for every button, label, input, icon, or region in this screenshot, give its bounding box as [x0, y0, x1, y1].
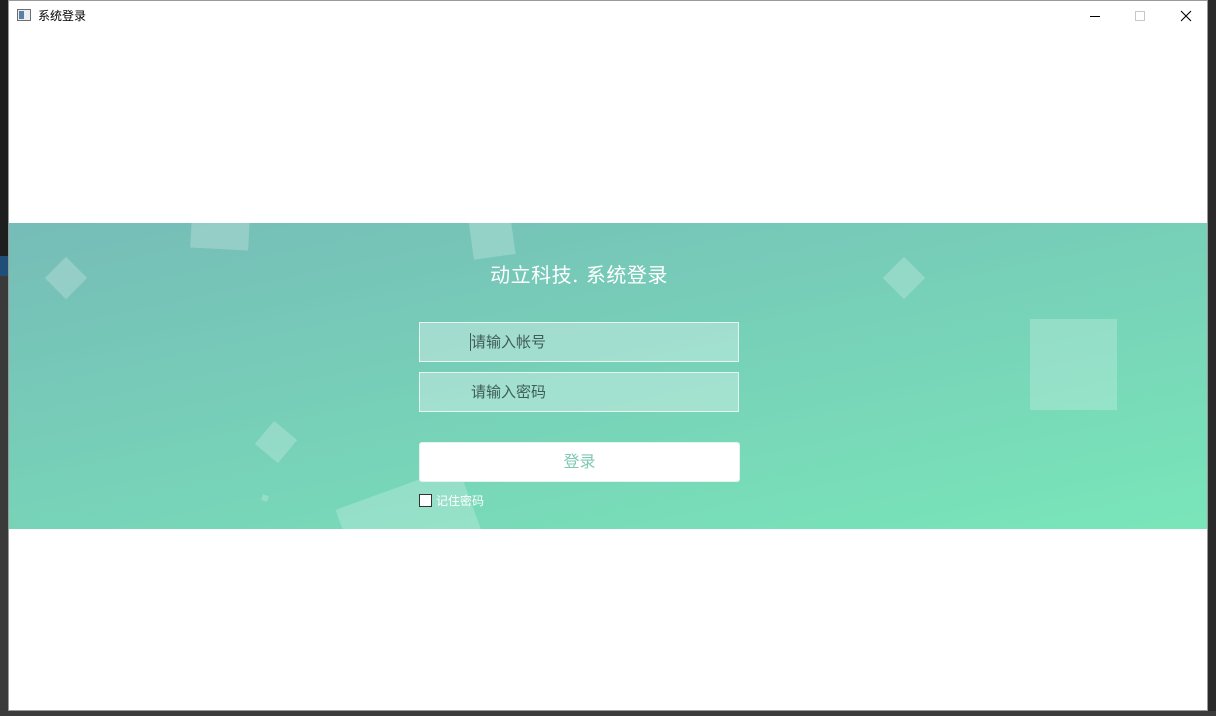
desktop-gray-strip	[0, 276, 8, 716]
decorative-square	[190, 223, 250, 251]
login-window: 系统登录 动立科技. 系统登录 登	[8, 0, 1208, 711]
maximize-button[interactable]	[1117, 1, 1163, 31]
desktop-bottom-edge	[0, 711, 1216, 716]
decorative-square	[468, 223, 516, 260]
remember-password-label[interactable]: 记住密码	[436, 492, 484, 509]
minimize-button[interactable]	[1072, 1, 1118, 31]
title-bar[interactable]: 系统登录	[9, 1, 1207, 31]
remember-password-option[interactable]: 记住密码	[419, 492, 484, 509]
app-window-icon	[17, 9, 31, 21]
login-title: 动立科技. 系统登录	[490, 263, 668, 287]
maximize-icon	[1135, 11, 1145, 21]
close-button[interactable]	[1163, 1, 1209, 31]
close-icon	[1180, 10, 1192, 22]
desktop-blue-strip	[0, 256, 8, 276]
decorative-diamond	[254, 420, 298, 464]
login-button[interactable]: 登录	[419, 442, 740, 482]
minimize-icon	[1090, 16, 1100, 17]
login-banner: 动立科技. 系统登录 登录 记住密码	[9, 223, 1207, 529]
account-input[interactable]	[419, 322, 739, 362]
window-title: 系统登录	[38, 9, 87, 23]
decorative-dot	[261, 494, 269, 502]
decorative-square	[1030, 319, 1117, 410]
text-caret	[470, 333, 471, 351]
remember-password-checkbox[interactable]	[419, 494, 432, 507]
desktop-left-edge	[0, 0, 8, 716]
password-input[interactable]	[419, 372, 739, 412]
desktop-right-edge	[1208, 0, 1216, 716]
